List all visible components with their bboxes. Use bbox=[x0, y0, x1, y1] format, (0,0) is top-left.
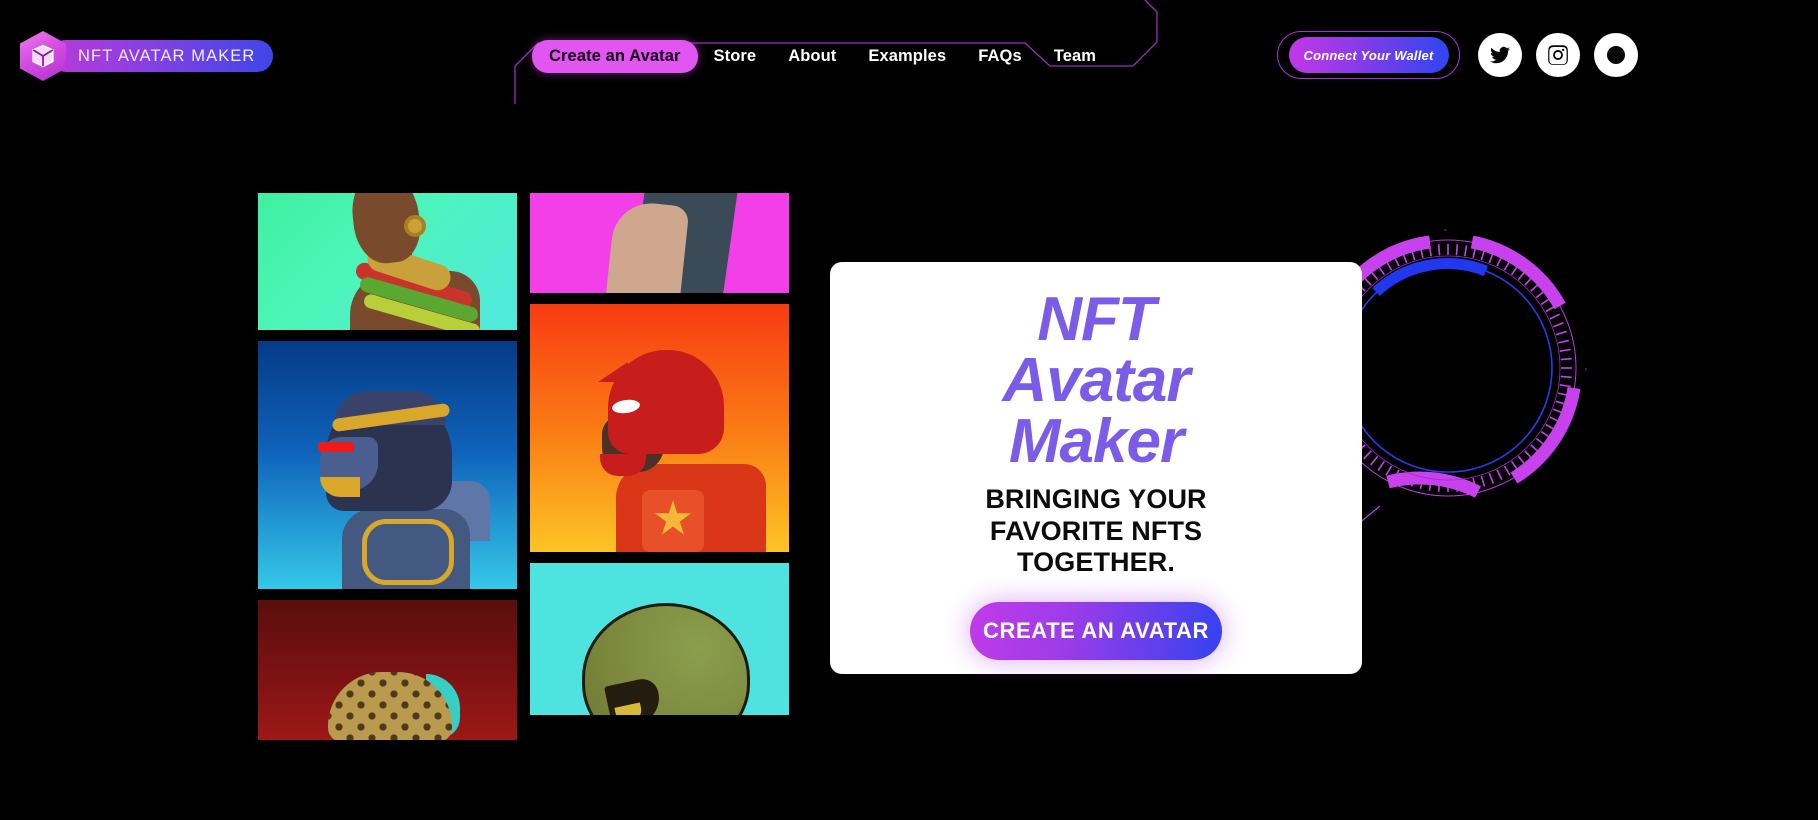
nav-item-team[interactable]: Team bbox=[1038, 40, 1112, 73]
logo-text: NFT AVATAR MAKER bbox=[78, 46, 256, 65]
connect-wallet-button[interactable]: Connect Your Wallet bbox=[1288, 37, 1449, 73]
hero-title: NFT Avatar Maker bbox=[830, 285, 1362, 476]
nav-item-examples[interactable]: Examples bbox=[852, 40, 962, 73]
logo[interactable]: NFT AVATAR MAKER bbox=[20, 31, 274, 81]
avatar-tile-hooded-ninja[interactable] bbox=[258, 341, 517, 589]
nav-item-store[interactable]: Store bbox=[698, 40, 773, 73]
create-an-avatar-button[interactable]: CREATE AN AVATAR bbox=[970, 602, 1222, 660]
hero-title-line-1: NFT bbox=[1037, 285, 1156, 354]
hero-card: NFT Avatar Maker BRINGING YOUR FAVORITE … bbox=[830, 262, 1362, 674]
gallery-column-left bbox=[258, 193, 517, 740]
main-nav: Create an Avatar Store About Examples FA… bbox=[532, 40, 1112, 73]
gallery-column-right bbox=[530, 193, 789, 715]
avatar-tile-pink-figure[interactable] bbox=[530, 193, 789, 293]
avatar-tile-leopard-headwrap[interactable] bbox=[258, 600, 517, 740]
instagram-icon[interactable] bbox=[1536, 33, 1580, 77]
cube-box-icon bbox=[20, 31, 66, 81]
hero-title-line-3: Maker bbox=[1008, 406, 1184, 476]
hero-title-line-2: Avatar bbox=[1002, 345, 1191, 415]
nav-item-create-an-avatar[interactable]: Create an Avatar bbox=[532, 40, 698, 73]
social-icon-third[interactable] bbox=[1594, 33, 1638, 77]
avatar-tile-red-helmet-hero[interactable] bbox=[530, 304, 789, 552]
page-root: NFT AVATAR MAKER Create an Avatar Store … bbox=[0, 0, 1818, 820]
hero-subtitle: BRINGING YOUR FAVORITE NFTS TOGETHER. bbox=[985, 484, 1207, 578]
nav-item-about[interactable]: About bbox=[772, 40, 852, 73]
avatar-tile-tribal-profile[interactable] bbox=[258, 193, 517, 330]
social-links bbox=[1478, 33, 1638, 77]
site-header: NFT AVATAR MAKER Create an Avatar Store … bbox=[0, 0, 1818, 112]
nav-item-faqs[interactable]: FAQs bbox=[962, 40, 1038, 73]
wallet-ring-decor: Connect Your Wallet bbox=[1277, 31, 1460, 79]
twitter-icon[interactable] bbox=[1478, 33, 1522, 77]
wallet-area: Connect Your Wallet bbox=[1277, 31, 1460, 79]
avatar-tile-alien-head[interactable] bbox=[530, 563, 789, 715]
logo-pill: NFT AVATAR MAKER bbox=[50, 40, 274, 72]
hero-cta-wrap: CREATE AN AVATAR bbox=[830, 602, 1362, 660]
